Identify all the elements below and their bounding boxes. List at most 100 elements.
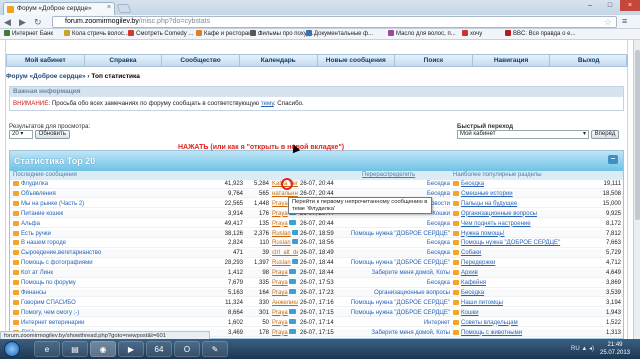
thread-title-link[interactable]: Помогу, чем смогу ;-) <box>13 309 163 318</box>
bookmark-item[interactable]: Масло для волос, п... <box>388 30 456 39</box>
go-to-new-post-icon[interactable] <box>288 288 296 294</box>
last-poster-link[interactable]: Praya <box>272 328 298 338</box>
thread-title-link[interactable]: Флудилка <box>13 180 163 189</box>
nav-item[interactable]: Календарь <box>240 55 318 67</box>
popular-forum-link[interactable]: Помощь нужна "ДОБРОЕ СЕРДЦЕ" <box>453 239 588 248</box>
go-to-new-post-icon[interactable] <box>288 219 296 225</box>
taskbar-chrome-icon[interactable]: ◉ <box>90 341 116 357</box>
popular-forum-link[interactable]: Наши питомцы <box>453 299 588 308</box>
clock[interactable]: 21:49 25.07.2013 <box>596 341 634 357</box>
popular-forum-link[interactable]: Помощь с животными <box>453 329 588 338</box>
back-arrow-icon[interactable]: ◀ <box>4 17 11 27</box>
forum-name-link[interactable]: Беседка <box>345 239 450 248</box>
last-poster-link[interactable]: Praya <box>272 269 298 278</box>
nav-item[interactable]: Выход <box>550 55 628 67</box>
forum-name-link[interactable]: Беседка <box>345 279 450 288</box>
thread-title-link[interactable]: Есть ручки <box>13 230 163 239</box>
thread-title-link[interactable]: В нашем городе <box>13 239 163 248</box>
thread-title-link[interactable]: Говорим СПАСИБО <box>13 299 163 308</box>
go-to-new-post-icon[interactable] <box>288 269 296 275</box>
taskbar-opera-icon[interactable]: O <box>174 341 200 357</box>
maximize-icon[interactable]: □ <box>600 0 620 11</box>
popular-forum-link[interactable]: Советы владельцам <box>453 319 588 328</box>
forum-name-link[interactable]: Организационные вопросы <box>345 289 450 298</box>
thread-title-link[interactable]: Альфа <box>13 220 163 229</box>
popular-forum-link[interactable]: Беседка <box>453 180 588 189</box>
close-tab-icon[interactable]: × <box>107 4 111 11</box>
taskbar-app-icon[interactable]: 64 <box>146 341 172 357</box>
minimize-icon[interactable]: – <box>580 0 600 11</box>
forum-name-link[interactable]: Заберите меня домой, Коты <box>345 269 450 278</box>
bookmark-item[interactable]: Кола стричь волос... <box>64 30 129 39</box>
last-poster-link[interactable]: Praya <box>272 279 298 288</box>
popular-forum-link[interactable]: Нужна помощь! <box>453 230 588 239</box>
go-to-new-post-icon[interactable] <box>291 259 298 265</box>
popular-forum-link[interactable]: Организационные вопросы <box>453 210 588 219</box>
bookmark-item[interactable]: Документальные ф... <box>306 30 373 39</box>
nav-item[interactable]: Мой кабинет <box>7 55 85 67</box>
new-tab-button[interactable] <box>116 4 132 13</box>
refresh-button[interactable]: Обновить <box>34 130 70 139</box>
taskbar-folder-icon[interactable]: ▤ <box>62 341 88 357</box>
forum-name-link[interactable]: Помощь нужна "ДОБРОЕ СЕРДЦЕ" <box>345 259 450 268</box>
forum-name-link[interactable]: Беседка <box>345 180 450 189</box>
popular-forum-link[interactable]: Кафейня <box>453 279 588 288</box>
scrollbar-thumb[interactable] <box>635 50 640 220</box>
forum-name-link[interactable]: Помощь нужна "ДОБРОЕ СЕРДЦЕ" <box>345 230 450 239</box>
vertical-scrollbar[interactable] <box>633 40 640 339</box>
results-select[interactable]: 20 ▾ <box>9 130 33 139</box>
last-poster-link[interactable]: Ruslan <box>272 239 298 248</box>
start-orb-icon[interactable] <box>4 341 20 357</box>
thread-title-link[interactable]: Мы на рынке (Часть 2) <box>13 200 163 209</box>
last-poster-link[interactable]: Praya <box>272 308 298 318</box>
bookmark-item[interactable]: Смотреть Comedy ... <box>128 30 193 39</box>
go-to-new-post-icon[interactable] <box>288 318 296 324</box>
forum-name-link[interactable]: Помощь нужна "ДОБРОЕ СЕРДЦЕ" <box>345 299 450 308</box>
last-poster-link[interactable]: Анжелика <box>272 299 298 308</box>
forum-name-link[interactable]: Заберите меня домой, Коты <box>345 329 450 338</box>
popular-forum-link[interactable]: Передержки <box>453 259 588 268</box>
last-poster-link[interactable]: Praya <box>272 288 298 298</box>
browser-tab[interactable]: Форум «Доброе сердце» × <box>3 2 115 15</box>
thread-title-link[interactable]: Помощь с фотографиями <box>13 259 163 268</box>
thread-title-link[interactable]: Интернет ветеринарии <box>13 319 163 328</box>
thread-title-link[interactable]: Питание кошек <box>13 210 163 219</box>
nav-item[interactable]: Навигация <box>473 55 551 67</box>
breadcrumb-forum-link[interactable]: Форум «Доброе сердце» <box>6 73 86 80</box>
go-button[interactable]: Вперёд <box>590 130 620 139</box>
taskbar-paint-icon[interactable]: ✎ <box>202 341 228 357</box>
thread-title-link[interactable]: Объявления <box>13 190 163 199</box>
forward-arrow-icon[interactable]: ▶ <box>19 17 26 27</box>
nav-item[interactable]: Сообщество <box>162 55 240 67</box>
bookmark-star-icon[interactable]: ☆ <box>604 17 612 28</box>
thread-title-link[interactable]: Сыроедение,вегетарианство <box>13 249 163 258</box>
bookmark-item[interactable]: Интернет Банк <box>4 30 53 39</box>
bookmark-item[interactable]: BBC: Вся правда о е... <box>505 30 575 39</box>
last-poster-link[interactable]: Praya <box>272 219 298 229</box>
go-to-new-post-icon[interactable] <box>291 229 298 235</box>
popular-forum-link[interactable]: Архив <box>453 269 588 278</box>
col-redistribute-link[interactable]: Перераспределить <box>362 171 415 180</box>
popular-forum-link[interactable]: Смешные истории <box>453 190 588 199</box>
url-field[interactable]: forum.zoomirmogilev.by/misc.php?do=cybst… <box>52 16 617 28</box>
collapse-icon[interactable]: − <box>608 155 618 164</box>
popular-forum-link[interactable]: Беседка <box>453 289 588 298</box>
nav-item[interactable]: Справка <box>85 55 163 67</box>
go-to-new-post-icon[interactable] <box>288 328 296 334</box>
reload-icon[interactable]: ↻ <box>34 17 42 27</box>
last-poster-link[interactable]: Praya <box>272 318 298 328</box>
taskbar-ie-icon[interactable]: e <box>34 341 60 357</box>
quick-jump-select[interactable]: Мой кабинет ▾ <box>457 130 589 139</box>
last-poster-link[interactable]: ctrl_alt_del_Dain <box>272 249 298 258</box>
go-to-new-post-icon[interactable] <box>288 279 296 284</box>
taskbar-media-icon[interactable]: ▶ <box>118 341 144 357</box>
last-poster-link[interactable]: Ruslan <box>272 259 298 268</box>
close-window-icon[interactable]: × <box>620 0 640 11</box>
nav-item[interactable]: Новые сообщения <box>318 55 396 67</box>
forum-name-link[interactable]: Интернет <box>345 319 450 328</box>
popular-forum-link[interactable]: Собаки <box>453 249 588 258</box>
forum-name-link[interactable]: Помощь нужна "ДОБРОЕ СЕРДЦЕ" <box>345 309 450 318</box>
thread-title-link[interactable]: Помощь по форуму <box>13 279 163 288</box>
forum-name-link[interactable]: Беседка <box>345 220 450 229</box>
go-to-new-post-icon[interactable] <box>288 308 296 314</box>
